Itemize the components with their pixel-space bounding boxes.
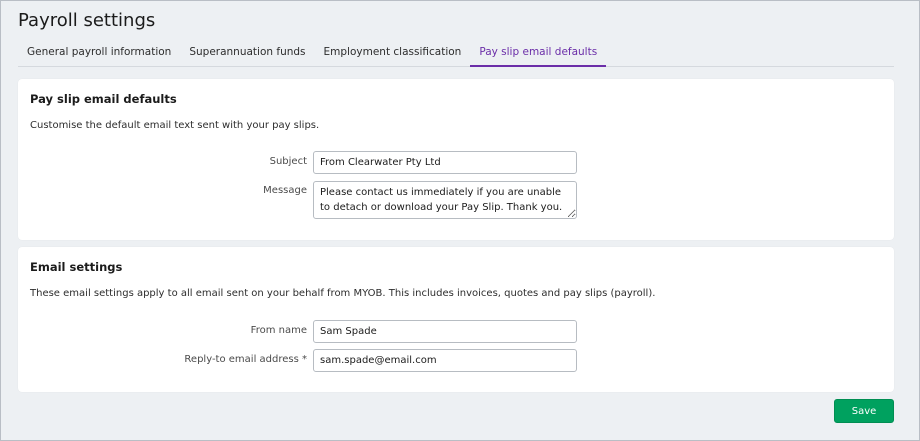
tab-bar: General payroll information Superannuati… (18, 43, 894, 67)
section-title: Email settings (30, 260, 123, 274)
from-name-input[interactable] (313, 320, 577, 343)
save-button[interactable]: Save (834, 399, 894, 423)
section-description: Customise the default email text sent wi… (30, 120, 320, 131)
reply-to-email-input[interactable] (313, 349, 577, 372)
subject-input[interactable] (313, 151, 577, 174)
reply-to-label: Reply-to email address * (184, 354, 307, 365)
pay-slip-email-defaults-card: Pay slip email defaults Customise the de… (18, 79, 894, 240)
tab-pay-slip-email-defaults[interactable]: Pay slip email defaults (470, 43, 607, 67)
section-title: Pay slip email defaults (30, 92, 177, 106)
message-label: Message (263, 185, 307, 196)
from-name-label: From name (250, 325, 307, 336)
tab-general-payroll-information[interactable]: General payroll information (18, 43, 180, 67)
message-textarea[interactable]: Please contact us immediately if you are… (313, 181, 577, 219)
tab-employment-classification[interactable]: Employment classification (315, 43, 471, 67)
email-settings-card: Email settings These email settings appl… (18, 247, 894, 392)
section-description: These email settings apply to all email … (30, 288, 656, 299)
page-title: Payroll settings (18, 10, 156, 31)
subject-label: Subject (269, 156, 307, 167)
tab-superannuation-funds[interactable]: Superannuation funds (180, 43, 314, 67)
